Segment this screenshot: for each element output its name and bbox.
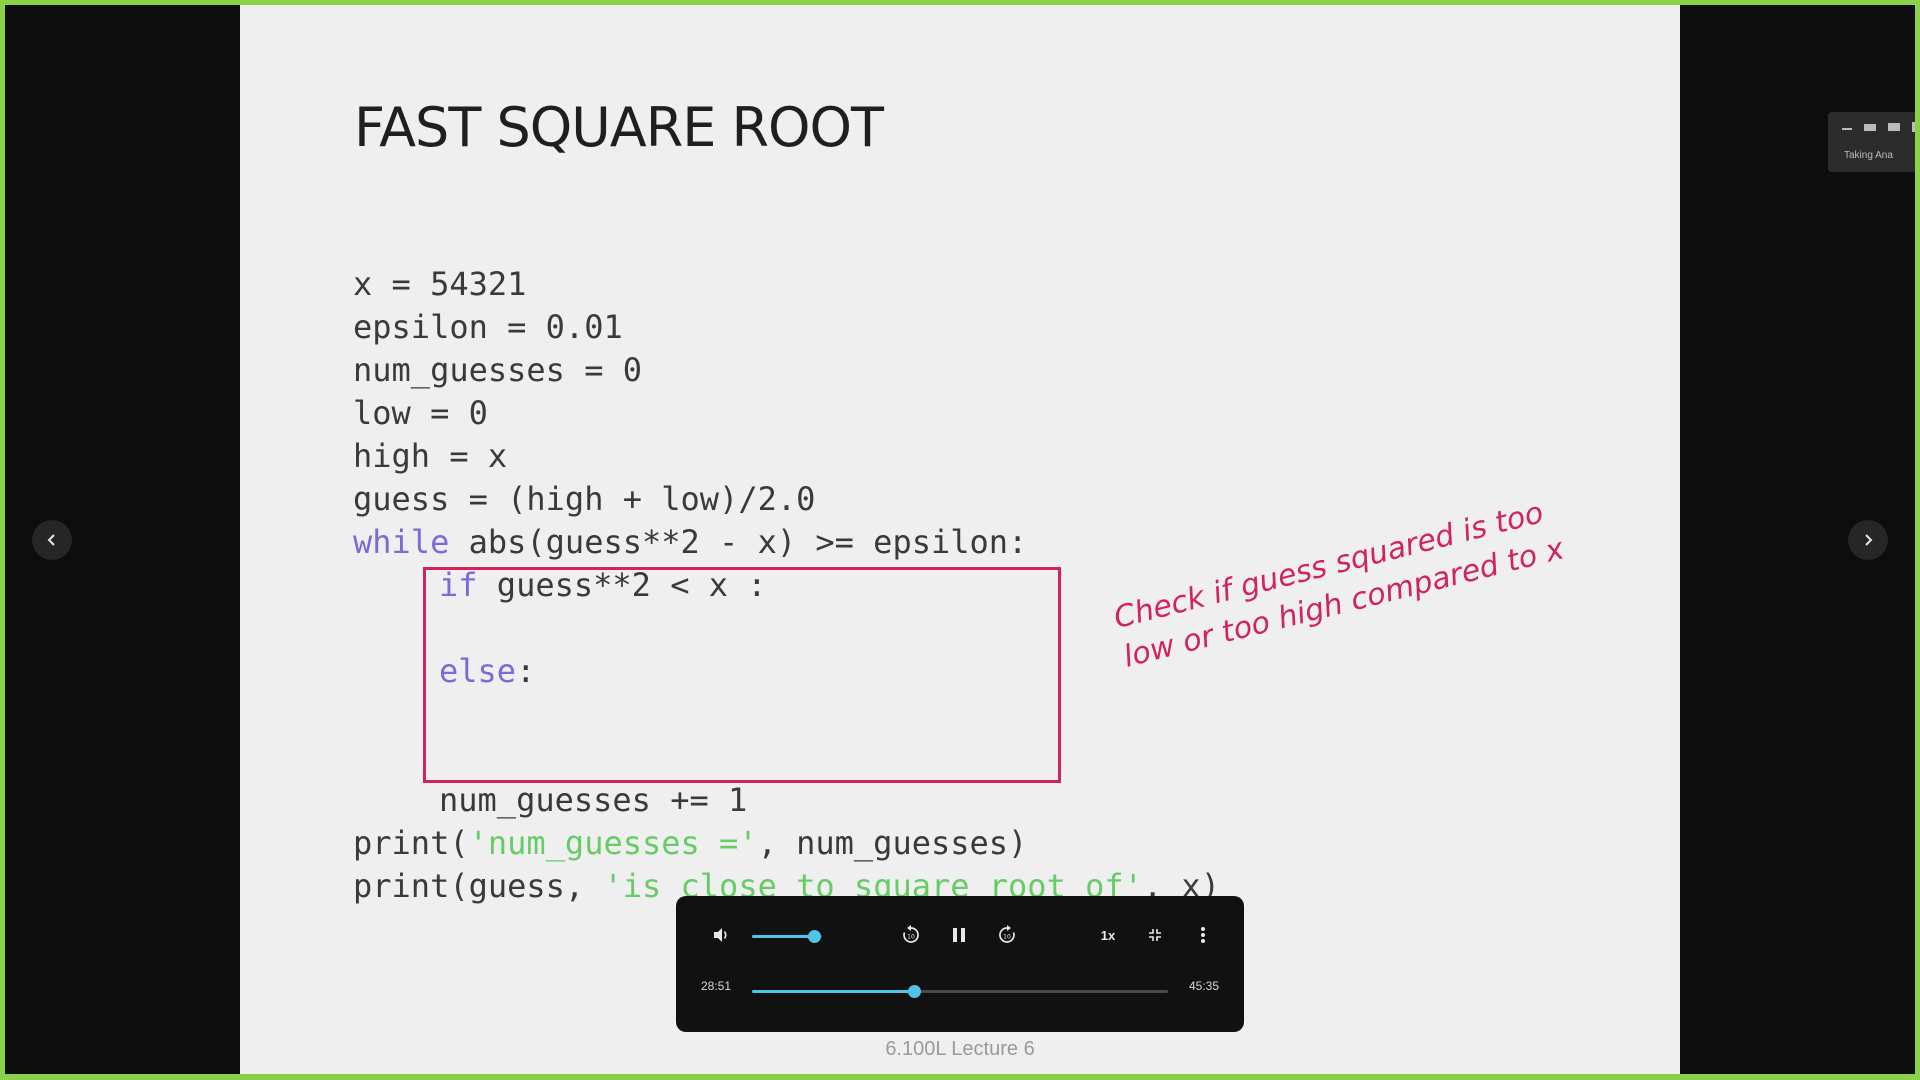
code-line: num_guesses = 0 [353,351,642,389]
code-line: while abs(guess**2 - x) >= epsilon: [353,521,1220,564]
code-text: print( [353,824,469,862]
pause-button[interactable] [946,922,972,948]
current-time: 28:51 [701,979,732,993]
code-line: guess = (high + low)/2.0 [353,480,816,518]
total-time: 45:35 [1189,979,1220,993]
svg-text:10: 10 [1003,934,1011,941]
rewind-10-button[interactable]: 10 [898,922,924,948]
more-icon[interactable] [1912,122,1915,132]
menu-icon[interactable] [1888,123,1900,131]
volume-knob[interactable] [807,930,821,943]
meeting-mini-widget[interactable]: Taking Ana [1828,112,1920,172]
string-literal: 'num_guesses =' [468,824,758,862]
next-slide-button[interactable] [1848,520,1888,560]
window-icon[interactable] [1864,124,1876,131]
chevron-left-icon [47,534,55,546]
keyword: while [353,523,450,561]
code-line: high = x [353,437,508,475]
playback-rate-button[interactable]: 1x [1094,922,1122,948]
code-text: print(guess, [353,867,604,905]
previous-slide-button[interactable] [32,520,72,560]
slide-title: FAST SQUARE ROOT [354,96,884,159]
code-line: epsilon = 0.01 [353,308,623,346]
mini-widget-text: Taking Ana [1844,150,1893,161]
volume-fill [752,935,814,938]
pause-icon [953,928,965,942]
volume-icon [714,928,727,942]
code-line: low = 0 [353,394,488,432]
exit-fullscreen-button[interactable] [1142,922,1168,948]
slide-footer: 6.100L Lecture 6 [885,1038,1035,1060]
minimize-icon[interactable] [1842,128,1852,130]
progress-bar[interactable] [752,985,1168,998]
code-line: num_guesses += 1 [439,781,748,819]
more-options-button[interactable] [1190,922,1216,948]
rewind-10-icon: 10 [903,925,919,943]
progress-fill [752,990,915,993]
video-player-controls [676,896,1244,1032]
svg-text:10: 10 [907,934,915,941]
code-text: , num_guesses) [757,824,1028,862]
volume-button[interactable] [708,922,734,948]
chevron-right-icon [1865,534,1873,546]
code-line: print('num_guesses =', num_guesses) [353,822,1220,865]
highlight-box [423,567,1061,783]
exit-fullscreen-icon [1149,929,1161,941]
volume-slider[interactable] [752,930,822,943]
forward-10-icon: 10 [999,925,1015,943]
more-options-icon [1201,927,1205,943]
code-line: x = 54321 [353,265,527,303]
code-text: abs(guess**2 - x) >= epsilon: [449,523,1028,561]
forward-10-button[interactable]: 10 [994,922,1020,948]
